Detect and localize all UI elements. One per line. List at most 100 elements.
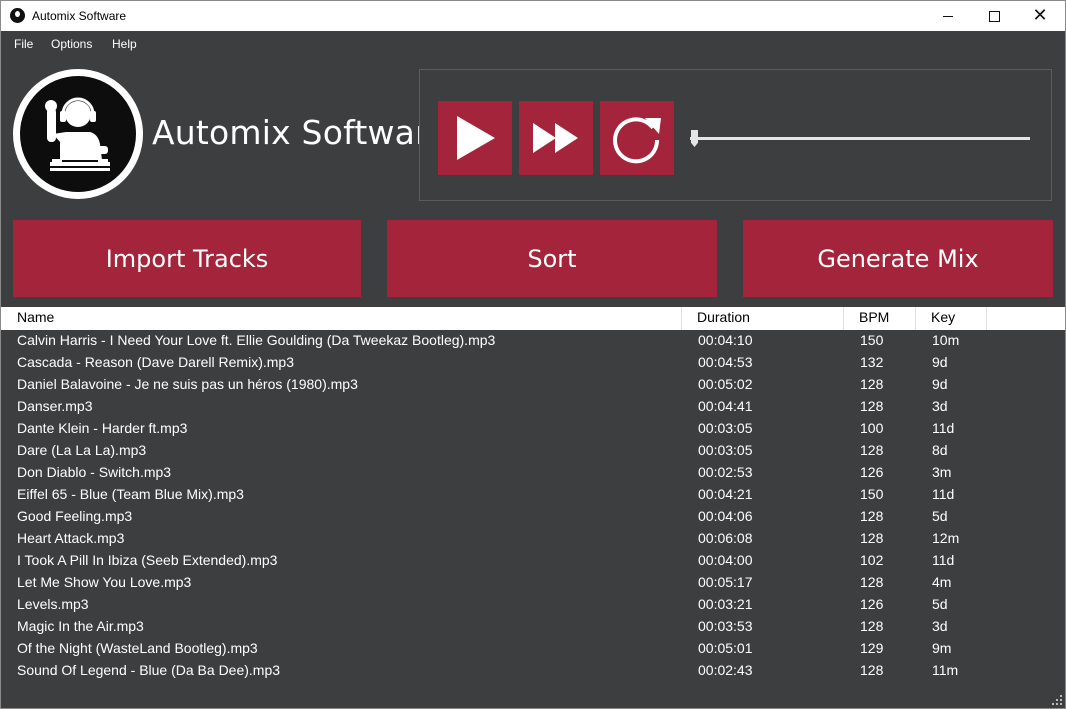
track-duration: 00:03:05 — [698, 420, 753, 436]
track-duration: 00:05:17 — [698, 574, 753, 590]
track-name: Good Feeling.mp3 — [17, 508, 133, 524]
track-duration: 00:03:21 — [698, 596, 753, 612]
track-duration: 00:04:21 — [698, 486, 753, 502]
track-bpm: 128 — [860, 618, 884, 634]
track-duration: 00:03:05 — [698, 442, 753, 458]
table-row[interactable]: Cascada - Reason (Dave Darell Remix).mp3… — [1, 352, 1065, 374]
generate-mix-button[interactable]: Generate Mix — [743, 220, 1053, 297]
column-header-name[interactable]: Name — [17, 307, 682, 330]
track-name: Heart Attack.mp3 — [17, 530, 125, 546]
track-name: Daniel Balavoine - Je ne suis pas un hér… — [17, 376, 358, 392]
track-bpm: 129 — [860, 640, 884, 656]
track-name: Calvin Harris - I Need Your Love ft. Ell… — [17, 332, 496, 348]
close-icon: ✕ — [1032, 5, 1048, 26]
brand-title: Automix Software — [152, 113, 449, 152]
track-key: 5d — [932, 596, 948, 612]
track-duration: 00:04:53 — [698, 354, 753, 370]
play-button[interactable] — [438, 101, 512, 175]
track-key: 4m — [932, 574, 952, 590]
table-row[interactable]: Magic In the Air.mp3 00:03:53 128 3d — [1, 616, 1065, 638]
table-row[interactable]: Of the Night (WasteLand Bootleg).mp3 00:0… — [1, 638, 1065, 660]
track-name: Of the Night (WasteLand Bootleg).mp3 — [17, 640, 258, 656]
track-name: Danser.mp3 — [17, 398, 93, 414]
replay-button[interactable] — [600, 101, 674, 175]
track-key: 10m — [932, 332, 960, 348]
track-bpm: 128 — [860, 662, 884, 678]
close-button[interactable]: ✕ — [1017, 1, 1063, 31]
slider-thumb[interactable] — [691, 130, 698, 147]
table-row[interactable]: Let Me Show You Love.mp3 00:05:17 128 4m — [1, 572, 1065, 594]
track-name: Let Me Show You Love.mp3 — [17, 574, 192, 590]
track-duration: 00:04:06 — [698, 508, 753, 524]
track-key: 5d — [932, 508, 948, 524]
table-row[interactable]: Sound Of Legend - Blue (Da Ba Dee).mp3 00… — [1, 660, 1065, 682]
column-header-bpm[interactable]: BPM — [844, 307, 916, 330]
track-key: 3d — [932, 618, 948, 634]
track-name: Cascada - Reason (Dave Darell Remix).mp3 — [17, 354, 294, 370]
play-icon — [457, 116, 495, 160]
dj-logo-icon — [13, 69, 143, 199]
table-row[interactable]: Dante Klein - Harder ft.mp3 00:03:05 100 11… — [1, 418, 1065, 440]
track-name: Dare (La La La).mp3 — [17, 442, 147, 458]
track-duration: 00:02:53 — [698, 464, 753, 480]
track-bpm: 128 — [860, 508, 884, 524]
track-bpm: 128 — [860, 530, 884, 546]
title-bar: Automix Software ✕ — [1, 1, 1065, 31]
track-duration: 00:05:01 — [698, 640, 753, 656]
table-row[interactable]: I Took A Pill In Ibiza (Seeb Extended).m… — [1, 550, 1065, 572]
track-key: 11m — [932, 662, 959, 678]
track-key: 8d — [932, 442, 948, 458]
track-bpm: 128 — [860, 398, 884, 414]
sort-button[interactable]: Sort — [387, 220, 717, 297]
table-row[interactable]: Heart Attack.mp3 00:06:08 128 12m — [1, 528, 1065, 550]
table-row[interactable]: Levels.mp3 00:03:21 126 5d — [1, 594, 1065, 616]
track-duration: 00:04:10 — [698, 332, 753, 348]
table-row[interactable]: Danser.mp3 00:04:41 128 3d — [1, 396, 1065, 418]
track-duration: 00:04:00 — [698, 552, 753, 568]
track-name: I Took A Pill In Ibiza (Seeb Extended).m… — [17, 552, 278, 568]
slider-track — [690, 137, 1030, 140]
track-key: 11d — [932, 420, 955, 436]
column-header-key[interactable]: Key — [916, 307, 987, 330]
volume-slider[interactable] — [690, 130, 1030, 150]
track-duration: 00:06:08 — [698, 530, 753, 546]
track-name: Levels.mp3 — [17, 596, 89, 612]
menu-help[interactable]: Help — [112, 37, 137, 51]
track-bpm: 132 — [860, 354, 884, 370]
track-key: 9d — [932, 354, 948, 370]
menu-options[interactable]: Options — [51, 37, 92, 51]
table-row[interactable]: Don Diablo - Switch.mp3 00:02:53 126 3m — [1, 462, 1065, 484]
replay-icon — [613, 117, 661, 164]
app-icon — [10, 8, 25, 23]
fast-forward-button[interactable] — [519, 101, 593, 175]
track-key: 11d — [932, 486, 955, 502]
track-bpm: 126 — [860, 464, 884, 480]
track-bpm: 100 — [860, 420, 884, 436]
track-key: 9d — [932, 376, 948, 392]
track-name: Dante Klein - Harder ft.mp3 — [17, 420, 188, 436]
track-bpm: 128 — [860, 574, 884, 590]
player-panel — [419, 69, 1052, 201]
table-row[interactable]: Daniel Balavoine - Je ne suis pas un hér… — [1, 374, 1065, 396]
maximize-button[interactable] — [971, 1, 1017, 31]
menu-bar: File Options Help — [1, 31, 1065, 57]
table-row[interactable]: Calvin Harris - I Need Your Love ft. Ell… — [1, 330, 1065, 352]
track-bpm: 128 — [860, 376, 884, 392]
track-bpm: 150 — [860, 332, 884, 348]
track-bpm: 102 — [860, 552, 884, 568]
track-bpm: 128 — [860, 442, 884, 458]
track-duration: 00:04:41 — [698, 398, 753, 414]
track-duration: 00:02:43 — [698, 662, 753, 678]
table-header: Name Duration BPM Key — [1, 307, 1065, 330]
track-name: Don Diablo - Switch.mp3 — [17, 464, 172, 480]
resize-grip-icon[interactable] — [1052, 695, 1062, 705]
minimize-button[interactable] — [925, 1, 971, 31]
import-tracks-button[interactable]: Import Tracks — [13, 220, 361, 297]
track-name: Sound Of Legend - Blue (Da Ba Dee).mp3 — [17, 662, 281, 678]
column-header-duration[interactable]: Duration — [682, 307, 844, 330]
table-row[interactable]: Eiffel 65 - Blue (Team Blue Mix).mp3 00:0… — [1, 484, 1065, 506]
track-name: Magic In the Air.mp3 — [17, 618, 144, 634]
table-row[interactable]: Good Feeling.mp3 00:04:06 128 5d — [1, 506, 1065, 528]
menu-file[interactable]: File — [14, 37, 33, 51]
table-row[interactable]: Dare (La La La).mp3 00:03:05 128 8d — [1, 440, 1065, 462]
